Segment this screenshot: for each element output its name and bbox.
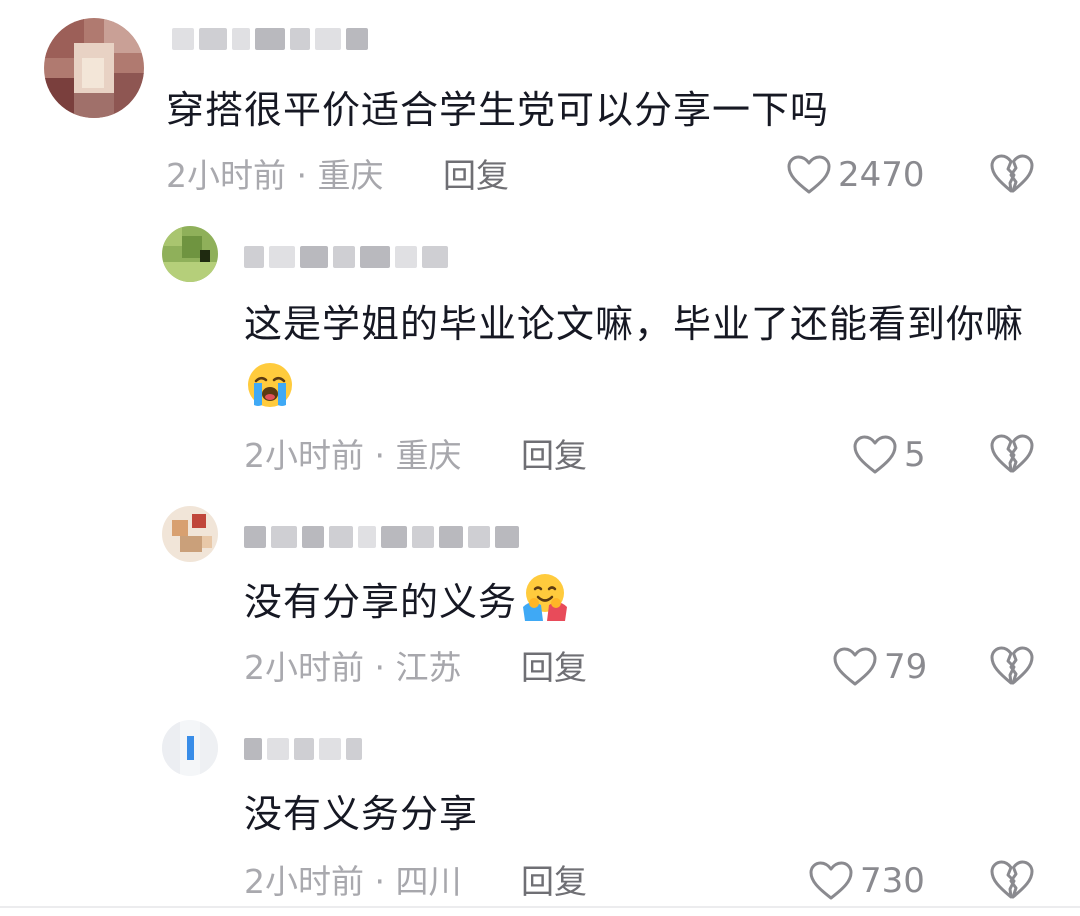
- divider: [0, 906, 1080, 908]
- comment-time: 2小时前: [244, 648, 364, 687]
- like-count: 5: [904, 435, 926, 475]
- comment-text: 这是学姐的毕业论文嘛，毕业了还能看到你嘛: [244, 292, 1034, 420]
- loudly-crying-face-emoji: [246, 361, 294, 409]
- broken-heart-icon: [990, 434, 1034, 479]
- username-blurred[interactable]: [172, 22, 368, 56]
- comment-time: 2小时前: [244, 862, 364, 901]
- comment-text-content: 穿搭很平价适合学生党可以分享一下吗: [166, 88, 830, 132]
- avatar[interactable]: [44, 18, 144, 118]
- avatar[interactable]: [162, 506, 218, 562]
- dislike-button[interactable]: [990, 859, 1034, 903]
- comment-meta: 2小时前 · 四川: [244, 862, 462, 902]
- like-count: 2470: [838, 155, 925, 195]
- broken-heart-icon: [990, 646, 1034, 691]
- heart-outline-icon: [852, 434, 898, 476]
- reply-button[interactable]: 回复: [521, 862, 587, 902]
- comment-location: 江苏: [395, 648, 462, 687]
- meta-separator: ·: [374, 648, 386, 687]
- dislike-button[interactable]: [990, 645, 1034, 689]
- broken-heart-icon: [990, 154, 1034, 199]
- comment-meta: 2小时前 · 重庆: [244, 436, 462, 476]
- meta-separator: ·: [296, 156, 308, 195]
- like-button[interactable]: 5: [852, 433, 926, 477]
- comment-text-content: 这是学姐的毕业论文嘛，毕业了还能看到你嘛: [244, 302, 1025, 346]
- comment-location: 重庆: [317, 156, 384, 195]
- comment-text: 没有分享的义务: [244, 570, 568, 634]
- hugging-face-emoji: [519, 571, 568, 621]
- username-blurred[interactable]: [244, 240, 448, 274]
- comment-text: 穿搭很平价适合学生党可以分享一下吗: [166, 78, 829, 142]
- comment-meta: 2小时前 · 重庆: [166, 156, 384, 196]
- heart-outline-icon: [832, 646, 878, 688]
- heart-outline-icon: [786, 154, 832, 196]
- comment-time: 2小时前: [244, 436, 364, 475]
- avatar[interactable]: [162, 720, 218, 776]
- comment-text: 没有义务分享: [244, 782, 478, 846]
- like-button[interactable]: 730: [808, 859, 925, 903]
- reply-button[interactable]: 回复: [521, 436, 587, 476]
- comment-location: 重庆: [395, 436, 462, 475]
- broken-heart-icon: [990, 860, 1034, 905]
- reply-button[interactable]: 回复: [443, 156, 509, 196]
- comment-location: 四川: [395, 862, 462, 901]
- dislike-button[interactable]: [990, 433, 1034, 477]
- comment-time: 2小时前: [166, 156, 286, 195]
- comment-text-content: 没有义务分享: [244, 792, 479, 836]
- comment-text-content: 没有分享的义务: [244, 580, 518, 624]
- avatar[interactable]: [162, 226, 218, 282]
- like-count: 79: [884, 647, 928, 687]
- like-button[interactable]: 2470: [786, 153, 925, 197]
- dislike-button[interactable]: [990, 153, 1034, 197]
- reply-button[interactable]: 回复: [521, 648, 587, 688]
- like-count: 730: [860, 861, 925, 901]
- username-blurred[interactable]: [244, 520, 519, 554]
- meta-separator: ·: [374, 436, 386, 475]
- heart-outline-icon: [808, 860, 854, 902]
- comment-meta: 2小时前 · 江苏: [244, 648, 462, 688]
- meta-separator: ·: [374, 862, 386, 901]
- like-button[interactable]: 79: [832, 645, 927, 689]
- username-blurred[interactable]: [244, 732, 362, 766]
